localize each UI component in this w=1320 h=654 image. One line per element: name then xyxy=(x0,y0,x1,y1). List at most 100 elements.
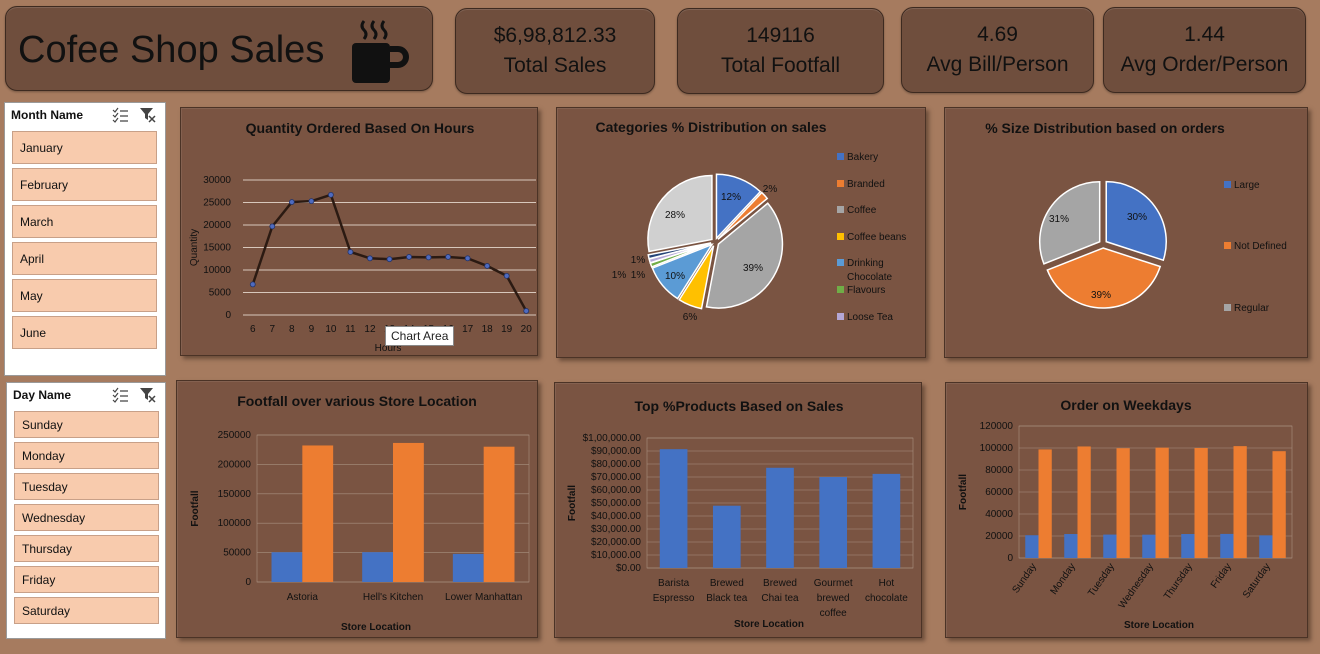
slicer-item-wednesday[interactable]: Wednesday xyxy=(14,504,159,531)
legend-swatch xyxy=(1224,304,1231,311)
slicer-item-february[interactable]: February xyxy=(12,168,157,201)
slicer-title: Day Name xyxy=(13,388,72,402)
x-tick-label: Hell's Kitchen xyxy=(363,592,423,603)
x-tick-label: Astoria xyxy=(287,592,319,603)
chart-title: % Size Distribution based on orders xyxy=(985,120,1225,136)
x-tick-label: 7 xyxy=(270,324,276,335)
slice-label: 6% xyxy=(683,312,698,323)
y-tick-label: 0 xyxy=(245,577,251,588)
slicer-item-january[interactable]: January xyxy=(12,131,157,164)
bar xyxy=(1025,535,1039,558)
x-tick-label: 10 xyxy=(325,324,337,335)
hours-line-chart: Quantity Ordered Based On Hours 0 5000 1000… xyxy=(189,120,536,354)
products-chart-panel[interactable]: Top %Products Based on Sales $0.00 $10,000… xyxy=(554,382,922,638)
x-tick-label: Hot xyxy=(879,578,895,589)
slicer-item-may[interactable]: May xyxy=(12,279,157,312)
bar xyxy=(1142,534,1156,558)
y-tick-label: $0.00 xyxy=(616,563,641,574)
y-tick-label: $60,000.00 xyxy=(591,485,641,496)
slicer-item-friday[interactable]: Friday xyxy=(14,566,159,593)
kpi-label: Total Footfall xyxy=(720,54,841,77)
bar xyxy=(1194,448,1208,558)
data-point xyxy=(367,255,373,262)
bar xyxy=(362,552,393,582)
y-axis-label: Footfall xyxy=(567,485,578,521)
x-tick-label: Barista xyxy=(658,578,690,589)
chart-area-tooltip: Chart Area xyxy=(385,326,455,346)
kpi-label: Avg Bill/Person xyxy=(926,53,1069,76)
slicer-item-march[interactable]: March xyxy=(12,205,157,238)
slice-label: 12% xyxy=(721,192,741,203)
bar xyxy=(1103,534,1117,558)
day-slicer-header: Day Name xyxy=(7,383,165,407)
x-tick-label: Black tea xyxy=(706,593,748,604)
kpi-total-sales: $6,98,812.33 Total Sales xyxy=(455,8,655,94)
data-point xyxy=(386,256,393,263)
y-tick-label: 0 xyxy=(1007,553,1013,564)
bar xyxy=(1272,451,1286,558)
clear-filter-icon[interactable] xyxy=(139,106,157,124)
slicer-item-june[interactable]: June xyxy=(12,316,157,349)
bar xyxy=(393,442,424,582)
legend-swatch xyxy=(837,313,844,320)
weekdays-chart-panel[interactable]: Order on Weekdays 0 20000 40000 60000 80000 10… xyxy=(945,382,1308,638)
bar xyxy=(819,477,848,568)
categories-chart-panel[interactable]: Categories % Distribution on sales 12% 2% 3… xyxy=(556,107,926,358)
multi-select-icon[interactable] xyxy=(111,106,129,124)
slice-label: 10% xyxy=(665,271,685,282)
x-tick-label: 17 xyxy=(462,324,474,335)
multi-select-icon[interactable] xyxy=(111,386,129,404)
y-tick-label: 200000 xyxy=(218,459,252,470)
legend-label: Bakery xyxy=(847,152,878,163)
data-point xyxy=(406,254,412,260)
clear-filter-icon[interactable] xyxy=(139,386,157,404)
y-tick-label: $1,00,000.00 xyxy=(583,433,642,444)
x-tick-label: Brewed xyxy=(710,578,744,589)
data-point xyxy=(484,263,491,269)
data-point xyxy=(327,191,334,198)
y-tick-label: 25000 xyxy=(203,198,231,209)
footfall-chart-panel[interactable]: Footfall over various Store Location 0 500… xyxy=(176,380,538,638)
y-tick-label: 100000 xyxy=(980,443,1014,454)
y-tick-label: 60000 xyxy=(985,487,1013,498)
x-tick-label: 19 xyxy=(501,324,513,335)
x-tick-label: Espresso xyxy=(653,593,695,604)
x-tick-label: Chai tea xyxy=(761,593,799,604)
x-tick-label: 18 xyxy=(482,324,494,335)
footfall-bar-chart: Footfall over various Store Location 0 500… xyxy=(190,393,530,633)
kpi-value: $6,98,812.33 xyxy=(493,24,617,47)
y-tick-label: $40,000.00 xyxy=(591,511,641,522)
legend-swatch xyxy=(837,259,844,266)
kpi-value: 149116 xyxy=(746,24,815,47)
bar xyxy=(483,446,515,582)
data-point xyxy=(347,249,354,255)
dashboard-title: Cofee Shop Sales xyxy=(18,29,325,71)
bar xyxy=(1259,535,1273,558)
hours-chart-panel[interactable]: Quantity Ordered Based On Hours 0 5000 1000… xyxy=(180,107,538,356)
legend-swatch xyxy=(837,180,844,187)
y-tick-label: $30,000.00 xyxy=(591,524,641,535)
slice-label: 30% xyxy=(1127,212,1147,223)
day-slicer: Day Name Sunday Monday Tuesday Wednesday… xyxy=(6,382,166,639)
y-tick-label: $50,000.00 xyxy=(591,498,641,509)
slicer-item-tuesday[interactable]: Tuesday xyxy=(14,473,159,500)
data-point xyxy=(269,223,276,230)
slicer-item-sunday[interactable]: Sunday xyxy=(14,411,159,438)
kpi-avg-order: 1.44 Avg Order/Person xyxy=(1103,7,1306,93)
x-tick-label: Lower Manhattan xyxy=(445,592,522,603)
y-axis-label: Quantity xyxy=(189,229,200,266)
y-axis-label: Footfall xyxy=(190,490,201,526)
data-point xyxy=(288,199,295,205)
size-pie-chart: % Size Distribution based on orders 30% 39… xyxy=(985,120,1287,314)
bar xyxy=(1220,533,1234,558)
data-point xyxy=(464,255,471,262)
slicer-item-thursday[interactable]: Thursday xyxy=(14,535,159,562)
slicer-item-april[interactable]: April xyxy=(12,242,157,275)
month-slicer: Month Name January February March April … xyxy=(4,102,166,376)
x-tick-label: 8 xyxy=(289,324,295,335)
size-chart-panel[interactable]: % Size Distribution based on orders 30% 39… xyxy=(944,107,1308,358)
slicer-item-saturday[interactable]: Saturday xyxy=(14,597,159,624)
bar xyxy=(659,449,688,568)
slicer-item-monday[interactable]: Monday xyxy=(14,442,159,469)
slice-label: 1% xyxy=(631,270,646,281)
